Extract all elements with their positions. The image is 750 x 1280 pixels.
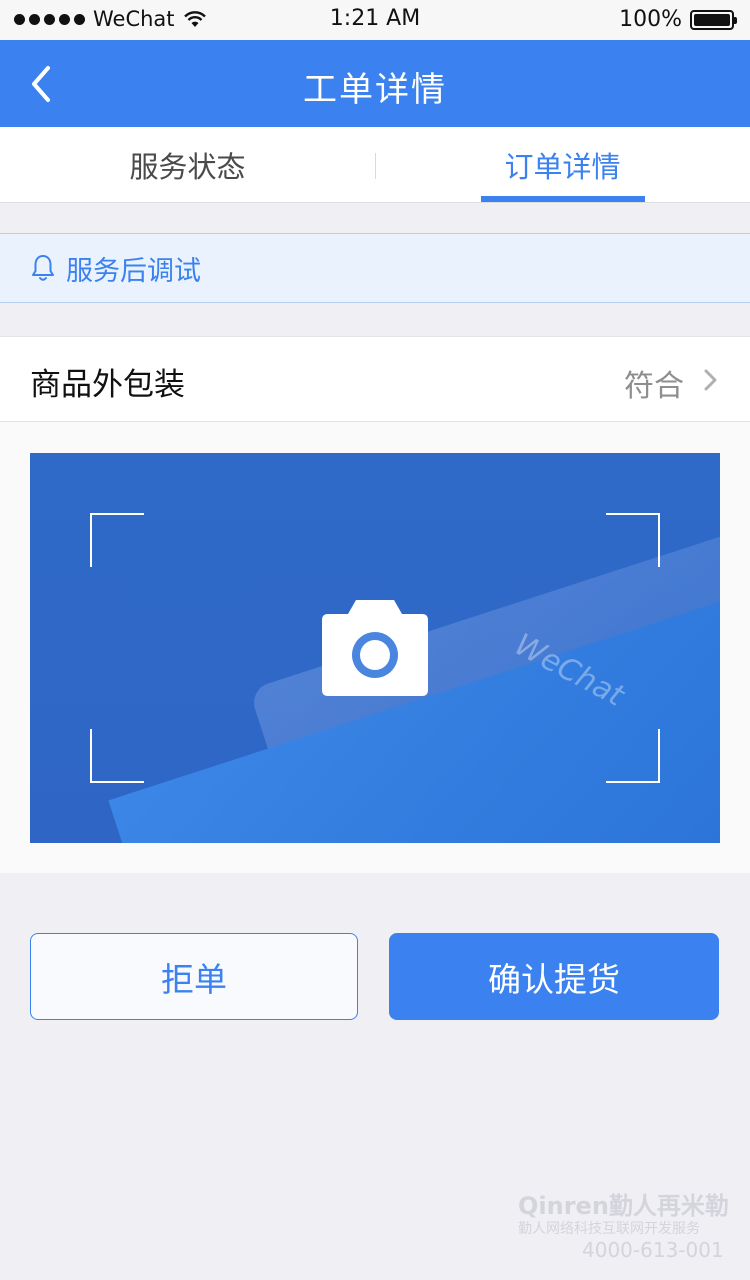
battery-level <box>694 13 730 26</box>
tab-service-status[interactable]: 服务状态 <box>0 127 375 202</box>
brand-watermark-slogan: 勤人网络科技互联网开发服务 <box>518 1221 700 1237</box>
brand-watermark-name: Qinren勤人再米勒 <box>518 1192 729 1220</box>
tab-order-details[interactable]: 订单详情 <box>375 127 750 202</box>
status-right: 100% <box>619 7 737 32</box>
active-tab-indicator <box>481 196 645 202</box>
frame-corner-top-right <box>606 513 660 567</box>
frame-corner-bottom-right <box>606 729 660 783</box>
notice-bar: 服务后调试 <box>0 233 750 303</box>
status-bar: WeChat 1:21 AM 100% <box>0 0 750 40</box>
brand-watermark: Qinren勤人再米勒 勤人网络科技互联网开发服务 4000-613-001 <box>518 1192 740 1270</box>
inspection-value: 符合 <box>624 369 684 404</box>
frame-corner-bottom-left <box>90 729 144 783</box>
chevron-right-icon <box>704 369 717 391</box>
inspection-label: 商品外包装 <box>30 367 185 403</box>
battery-percent: 100% <box>619 7 682 32</box>
battery-icon <box>690 9 737 30</box>
bell-icon <box>32 255 54 281</box>
confirm-pickup-button[interactable]: 确认提货 <box>389 933 719 1020</box>
nav-bar: 工单详情 <box>0 40 750 127</box>
photo-capture-area[interactable]: WeChat <box>30 453 720 843</box>
page-title: 工单详情 <box>303 70 447 110</box>
notice-text: 服务后调试 <box>66 255 201 287</box>
frame-corner-top-left <box>90 513 144 567</box>
tab-bar: 服务状态 订单详情 <box>0 127 750 203</box>
brand-watermark-phone: 4000-613-001 <box>582 1238 724 1262</box>
camera-icon[interactable] <box>322 600 428 696</box>
photo-section: WeChat <box>0 422 750 873</box>
reject-button[interactable]: 拒单 <box>30 933 358 1020</box>
inspection-row[interactable]: 商品外包装 符合 <box>0 336 750 422</box>
